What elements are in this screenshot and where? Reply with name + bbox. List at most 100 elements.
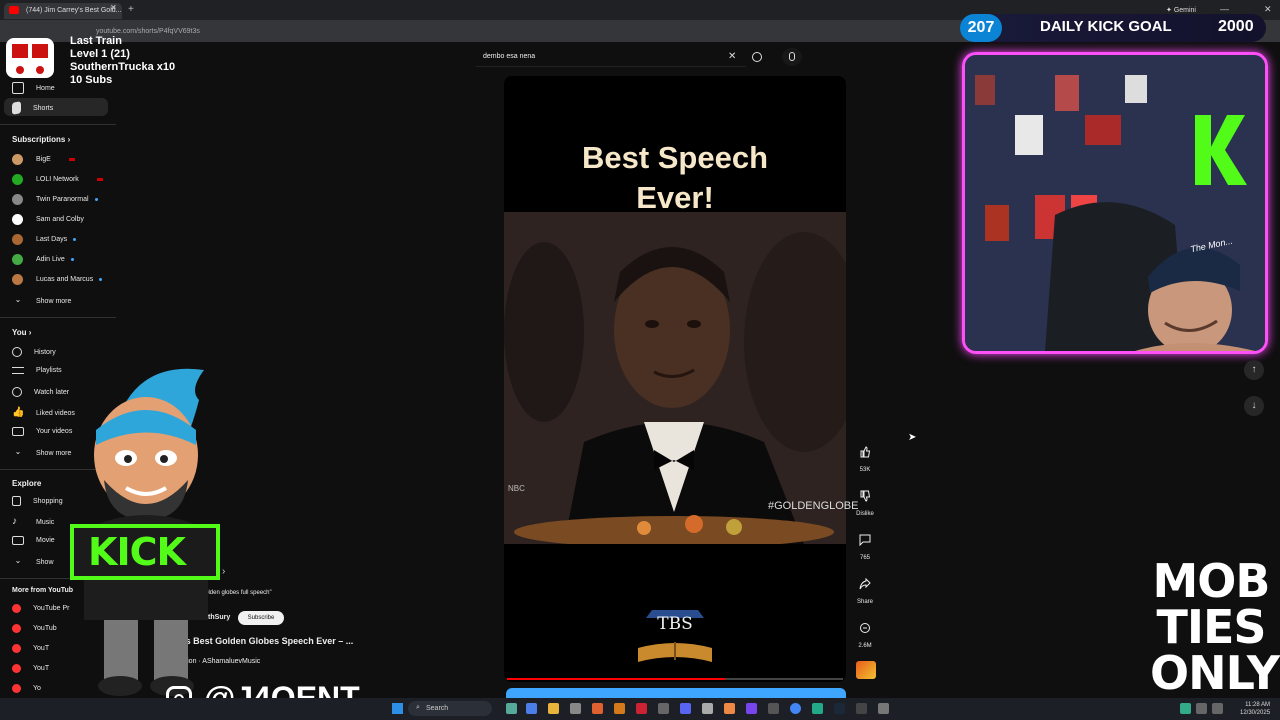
playlists-icon bbox=[12, 367, 24, 374]
dislike-button[interactable]: Dislike bbox=[852, 485, 878, 517]
settings-icon[interactable] bbox=[878, 703, 889, 714]
copilot-icon[interactable] bbox=[526, 703, 537, 714]
search-icon: ⌕ bbox=[416, 704, 420, 711]
sidebar-item-music[interactable]: ♪ Music bbox=[12, 516, 54, 528]
close-tab-icon[interactable]: ✕ bbox=[110, 3, 117, 12]
sidebar-item-watch-later[interactable]: Watch later bbox=[12, 387, 69, 397]
app-icon[interactable] bbox=[658, 703, 669, 714]
sidebar-item-youtube-studio[interactable]: YouTub bbox=[12, 624, 57, 633]
share-label: Share bbox=[856, 599, 873, 605]
previous-short-button[interactable]: ↑ bbox=[1244, 360, 1264, 380]
sidebar-item-subscription[interactable]: BigE bbox=[12, 154, 75, 165]
sidebar-item-youtube-premium[interactable]: YouTube Pr bbox=[12, 604, 69, 613]
sidebar-item-subscription[interactable]: Lucas and Marcus bbox=[12, 274, 103, 285]
chrome-icon[interactable] bbox=[790, 703, 801, 714]
train-subs: 10 Subs bbox=[70, 74, 113, 86]
sidebar-item-youtube-music[interactable]: YouT bbox=[12, 644, 49, 653]
sidebar-item-home[interactable]: Home bbox=[12, 82, 55, 94]
sidebar-item-youtube-kids[interactable]: YouT bbox=[12, 664, 49, 673]
chevron-down-icon: ⌄ bbox=[14, 447, 22, 456]
channel-avatar bbox=[12, 274, 23, 285]
share-button[interactable]: Share bbox=[852, 573, 878, 605]
arrow-up-icon: ↑ bbox=[1251, 364, 1257, 375]
url-field[interactable]: youtube.com/shorts/P4fqVV69t3s bbox=[96, 28, 200, 35]
volume-icon[interactable] bbox=[1212, 703, 1223, 714]
sidebar-item-subscription[interactable]: Twin Paranormal bbox=[12, 194, 98, 205]
system-clock[interactable]: 11:28 AM 12/30/2025 bbox=[1240, 701, 1270, 717]
like-button[interactable]: 53K bbox=[852, 441, 878, 473]
sidebar-item-shopping[interactable]: Shopping bbox=[12, 496, 63, 506]
gemini-button[interactable]: ✦ Gemini bbox=[1166, 6, 1196, 14]
subscribe-button[interactable]: Subscribe bbox=[238, 611, 284, 625]
train-title: Last Train bbox=[70, 35, 122, 47]
close-window-icon[interactable]: ✕ bbox=[1264, 4, 1272, 15]
app-icon[interactable] bbox=[856, 703, 867, 714]
caption-line-1: Best Speech bbox=[581, 140, 769, 175]
start-icon[interactable] bbox=[392, 703, 403, 714]
like-count: 53K bbox=[859, 467, 871, 473]
sidebar-item-history[interactable]: History bbox=[12, 347, 56, 357]
sidebar-item-subscription[interactable]: Sam and Colby bbox=[12, 214, 84, 225]
tray-icon[interactable] bbox=[1180, 703, 1191, 714]
browser-tab[interactable]: (744) Jim Carrey's Best Gold... bbox=[4, 3, 122, 19]
sidebar-item-youtube-tv[interactable]: Yo bbox=[12, 684, 41, 693]
channel-avatar bbox=[12, 214, 23, 225]
you-header[interactable]: You › bbox=[12, 328, 31, 337]
app-icon[interactable] bbox=[570, 703, 581, 714]
channel-avatar bbox=[12, 254, 23, 265]
discord-icon[interactable] bbox=[680, 703, 691, 714]
sidebar-label: YouT bbox=[33, 665, 50, 672]
sidebar-item-shorts[interactable]: Shorts bbox=[12, 101, 53, 115]
app-icon[interactable] bbox=[724, 703, 735, 714]
youtube-red-icon bbox=[12, 684, 21, 693]
sidebar-item-subscription[interactable]: LOLI Network bbox=[12, 174, 103, 185]
app-icon[interactable] bbox=[768, 703, 779, 714]
show-more-you[interactable]: ⌄ Show more bbox=[12, 447, 72, 459]
section-title: You bbox=[12, 328, 27, 337]
wifi-icon[interactable] bbox=[1196, 703, 1207, 714]
show-more-explore[interactable]: ⌄ Show bbox=[12, 556, 54, 568]
clear-search-icon[interactable]: ✕ bbox=[728, 51, 736, 62]
next-short-button[interactable]: ↓ bbox=[1244, 396, 1264, 416]
sidebar-item-your-videos[interactable]: Your videos bbox=[12, 427, 72, 436]
channel-avatar bbox=[12, 174, 23, 185]
clock-icon bbox=[12, 387, 22, 397]
sidebar-label: LOLI Network bbox=[36, 176, 79, 183]
live-indicator bbox=[96, 178, 103, 181]
sidebar-item-subscription[interactable]: Last Days bbox=[12, 234, 77, 245]
thumbs-up-icon bbox=[854, 441, 876, 463]
live-indicator bbox=[68, 158, 75, 161]
new-tab-icon[interactable]: + bbox=[128, 4, 134, 15]
app-icon[interactable] bbox=[636, 703, 647, 714]
youtube-red-icon bbox=[12, 644, 21, 653]
search-icon[interactable] bbox=[752, 52, 762, 62]
app-icon[interactable] bbox=[702, 703, 713, 714]
file-explorer-icon[interactable] bbox=[548, 703, 559, 714]
sidebar-item-subscription[interactable]: Adin Live bbox=[12, 254, 74, 265]
sidebar-label: Music bbox=[36, 518, 55, 526]
minimize-icon[interactable]: — bbox=[1220, 4, 1229, 14]
youtube-favicon-icon bbox=[9, 6, 19, 14]
sidebar-label: Movie bbox=[36, 537, 55, 544]
app-icon[interactable] bbox=[506, 703, 517, 714]
taskbar-search[interactable]: Search bbox=[408, 701, 492, 716]
history-icon bbox=[12, 347, 22, 357]
firefox-icon[interactable] bbox=[592, 703, 603, 714]
sidebar-item-playlists[interactable]: Playlists bbox=[12, 367, 62, 374]
show-more-subs[interactable]: ⌄ Show more bbox=[12, 295, 72, 307]
comments-button[interactable]: 765 bbox=[852, 529, 878, 561]
subscriptions-header[interactable]: Subscriptions › bbox=[12, 135, 70, 144]
sound-thumbnail[interactable] bbox=[856, 661, 876, 679]
youtube-red-icon bbox=[12, 604, 21, 613]
app-icon[interactable] bbox=[812, 703, 823, 714]
steam-icon[interactable] bbox=[834, 703, 845, 714]
remix-button[interactable]: 2.6M bbox=[852, 617, 878, 649]
channel-avatar bbox=[12, 194, 23, 205]
video-frame bbox=[504, 212, 846, 544]
sidebar-item-movies[interactable]: Movie bbox=[12, 536, 55, 545]
sidebar-label: Home bbox=[36, 84, 55, 92]
search-input[interactable]: dembo esa nena bbox=[483, 53, 535, 60]
sidebar-item-liked-videos[interactable]: 👍 Liked videos bbox=[12, 407, 75, 419]
app-icon[interactable] bbox=[746, 703, 757, 714]
app-icon[interactable] bbox=[614, 703, 625, 714]
